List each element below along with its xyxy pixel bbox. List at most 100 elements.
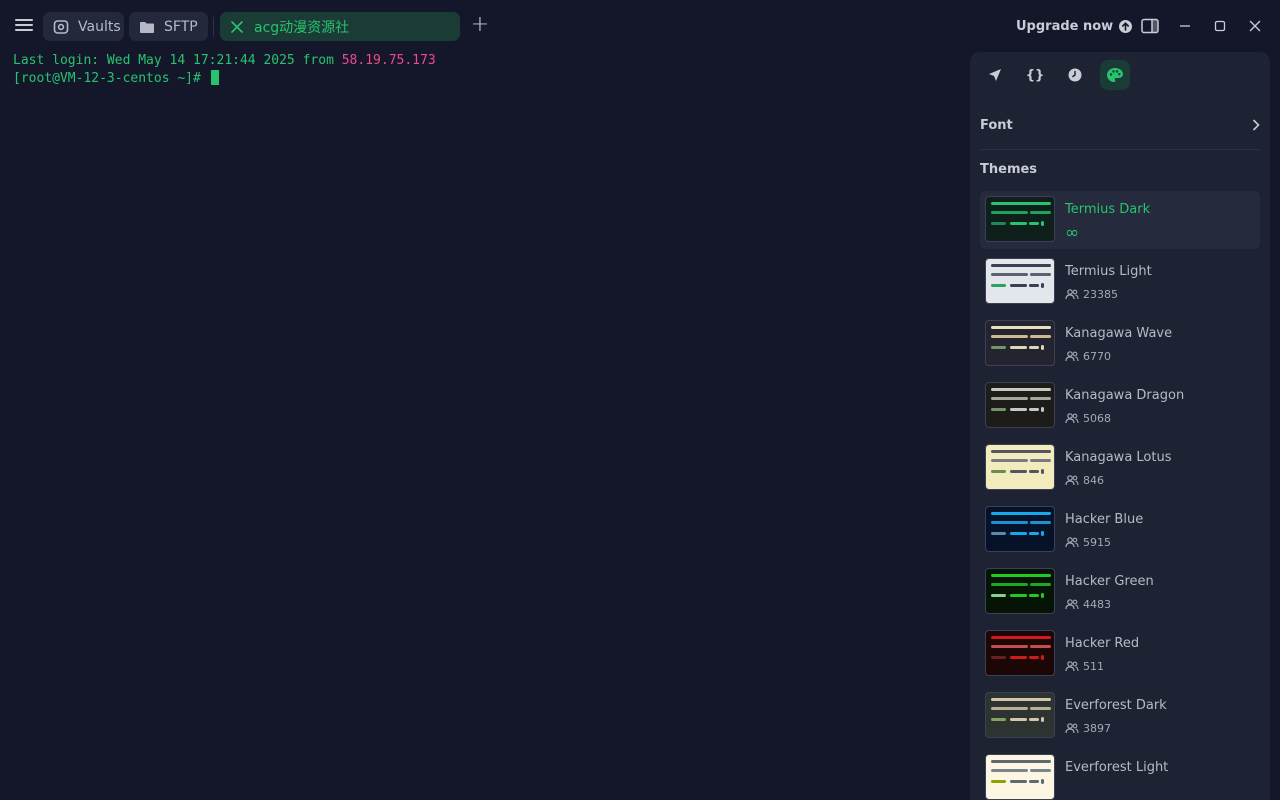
theme-preview [985,568,1055,614]
appearance-button[interactable] [1100,60,1130,90]
tab-label: Vaults [78,18,121,35]
tab-label: acg动漫资源社 [254,19,350,36]
users-count-value: 5068 [1083,412,1111,425]
theme-name: Termius Dark [1065,202,1151,217]
infinity-icon: ∞ [1065,223,1080,243]
theme-preview [985,196,1055,242]
clock-icon [1068,68,1082,82]
maximize-icon [1214,20,1226,32]
palette-icon [1107,68,1123,82]
users-icon [1065,351,1079,362]
font-settings-row[interactable]: Font [980,112,1260,138]
theme-users-count: 23385 [1065,288,1118,301]
last-login-line: Last login: Wed May 14 17:21:44 2025 fro… [13,52,436,70]
theme-preview [985,630,1055,676]
theme-name: Hacker Blue [1065,512,1144,527]
tab-label: SFTP [164,18,198,35]
theme-item[interactable]: Termius Dark ∞ [980,191,1260,249]
users-count-value: 511 [1083,660,1104,673]
theme-item[interactable]: Termius Light 23385 [980,253,1260,311]
title-bar: Vaults SFTP acg动漫资源社 + Upgrade now [0,0,1280,52]
users-count-value: 4483 [1083,598,1111,611]
settings-panel: {} Font Themes Termius Dark ∞ Termius Ligh… [970,52,1270,800]
theme-preview [985,382,1055,428]
theme-item[interactable]: Everforest Light [980,749,1260,800]
theme-preview [985,258,1055,304]
minimize-icon [1180,25,1190,27]
new-tab-button[interactable]: + [470,14,490,37]
theme-name: Hacker Green [1065,574,1154,589]
theme-name: Everforest Light [1065,760,1169,775]
users-count-value: 23385 [1083,288,1118,301]
close-window-button[interactable] [1244,15,1266,37]
theme-item[interactable]: Kanagawa Dragon 5068 [980,377,1260,435]
terminal-cursor [210,70,219,85]
users-icon [1065,475,1079,486]
chevron-right-icon [1253,119,1260,131]
font-label: Font [980,117,1013,133]
arrow-up-icon [1119,19,1133,33]
toggle-panel-button[interactable] [1139,15,1161,37]
theme-item[interactable]: Hacker Red 511 [980,625,1260,683]
menu-icon[interactable] [14,16,34,36]
theme-item[interactable]: Kanagawa Wave 6770 [980,315,1260,373]
users-icon [1065,661,1079,672]
theme-users-count: 511 [1065,660,1104,673]
folder-icon [139,19,155,35]
theme-item[interactable]: Everforest Dark 3897 [980,687,1260,745]
themes-label: Themes [980,162,1038,177]
divider [980,149,1260,150]
maximize-button[interactable] [1209,15,1231,37]
rocket-button[interactable] [980,60,1010,90]
theme-users-count: 5068 [1065,412,1111,425]
users-icon [1065,599,1079,610]
theme-users-count: 4483 [1065,598,1111,611]
snippets-button[interactable]: {} [1020,60,1050,90]
users-icon [1065,289,1079,300]
theme-preview [985,506,1055,552]
terminal[interactable]: Last login: Wed May 14 17:21:44 2025 fro… [0,52,965,800]
theme-item[interactable]: Hacker Green 4483 [980,563,1260,621]
rocket-icon [989,69,1001,81]
theme-item[interactable]: Kanagawa Lotus 846 [980,439,1260,497]
history-button[interactable] [1060,60,1090,90]
users-count-value: 5915 [1083,536,1111,549]
braces-icon: {} [1025,67,1045,83]
theme-name: Kanagawa Wave [1065,326,1173,341]
theme-name: Termius Light [1065,264,1152,279]
users-count-value: 6770 [1083,350,1111,363]
login-ip: 58.19.75.173 [341,53,436,68]
theme-preview [985,692,1055,738]
tab-sftp[interactable]: SFTP [129,12,208,41]
theme-name: Kanagawa Dragon [1065,388,1185,403]
shell-prompt: [root@VM-12-3-centos ~]# [13,71,209,86]
theme-preview [985,754,1055,800]
tab-vaults[interactable]: Vaults [43,12,124,41]
prompt-line[interactable]: [root@VM-12-3-centos ~]# [13,70,219,88]
minimize-button[interactable] [1174,15,1196,37]
close-tab-icon[interactable] [229,19,245,35]
theme-users-count: 3897 [1065,722,1111,735]
theme-name: Kanagawa Lotus [1065,450,1172,465]
users-count-value: 846 [1083,474,1104,487]
users-count-value: 3897 [1083,722,1111,735]
tab-active-session[interactable]: acg动漫资源社 [220,12,460,41]
users-icon [1065,413,1079,424]
theme-users-count: ∞ [1065,223,1080,243]
theme-preview [985,320,1055,366]
vault-icon [53,19,69,35]
sidebar-icon [1141,18,1159,34]
upgrade-button[interactable]: Upgrade now [1016,15,1133,37]
last-login-text: Last login: Wed May 14 17:21:44 2025 fro… [13,53,342,68]
theme-preview [985,444,1055,490]
theme-item[interactable]: Hacker Blue 5915 [980,501,1260,559]
users-icon [1065,723,1079,734]
theme-name: Hacker Red [1065,636,1140,651]
close-icon [1249,20,1261,32]
theme-name: Everforest Dark [1065,698,1167,713]
users-icon [1065,537,1079,548]
tab-divider [213,17,214,37]
theme-users-count: 846 [1065,474,1104,487]
theme-list: Termius Dark ∞ Termius Light 23385 Kanagawa … [980,191,1260,800]
theme-users-count: 5915 [1065,536,1111,549]
